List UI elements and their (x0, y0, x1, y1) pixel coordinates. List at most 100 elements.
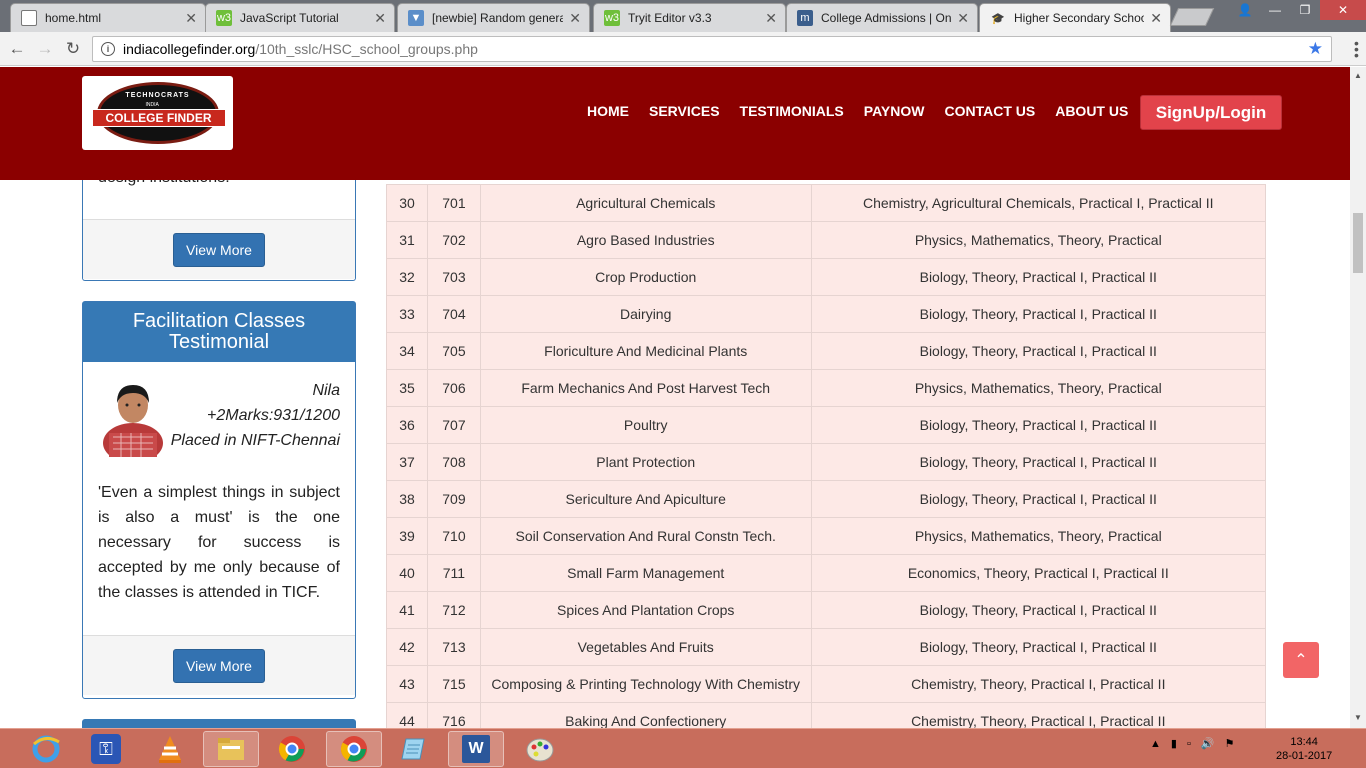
browser-tab[interactable]: m College Admissions | Onl ✕ (786, 3, 978, 32)
browser-tab[interactable]: home.html ✕ (10, 3, 206, 32)
group-name-cell: Agro Based Industries (479, 221, 812, 259)
panel-footer: View More (83, 219, 355, 279)
table-row: 33 704 Dairying Biology, Theory, Practical … (386, 295, 1267, 333)
close-window-button[interactable]: ✕ (1320, 0, 1366, 20)
document-icon (21, 10, 37, 26)
signup-login-button[interactable]: SignUp/Login (1140, 95, 1282, 130)
scroll-up-arrow-icon[interactable]: ▲ (1354, 71, 1362, 80)
testimonial-profile: Nila +2Marks:931/1200 Placed in NIFT-Che… (83, 362, 355, 472)
info-icon[interactable]: i (101, 42, 115, 56)
group-code-cell: 710 (426, 517, 481, 555)
signal-icon[interactable]: ▫ (1187, 738, 1191, 750)
close-tab-icon[interactable]: ✕ (185, 10, 197, 27)
row-number-cell: 30 (386, 184, 428, 222)
battery-icon[interactable]: ▮ (1171, 737, 1177, 750)
page-scrollbar[interactable]: ▲ ▼ (1350, 67, 1366, 728)
page-viewport: design institutions. View More Facilitat… (0, 67, 1350, 728)
file-explorer-icon[interactable] (203, 731, 259, 767)
back-arrow-icon[interactable]: ← (6, 38, 28, 60)
browser-tab[interactable]: w3 Tryit Editor v3.3 ✕ (593, 3, 786, 32)
close-tab-icon[interactable]: ✕ (569, 10, 581, 27)
subjects-cell: Physics, Mathematics, Theory, Practical (810, 369, 1267, 407)
browser-tab[interactable]: ▼ [newbie] Random genera ✕ (397, 3, 590, 32)
taskbar-clock[interactable]: 13:44 28-01-2017 (1276, 735, 1332, 763)
forum-icon: ▼ (408, 10, 424, 26)
browser-tabstrip: home.html ✕ w3 JavaScript Tutorial ✕ ▼ [newbie… (0, 0, 1366, 32)
browser-tab[interactable]: w3 JavaScript Tutorial ✕ (205, 3, 395, 32)
scrollbar-thumb[interactable] (1353, 213, 1363, 273)
group-code-cell: 711 (426, 554, 481, 592)
action-center-icon[interactable]: ⚑ (1225, 737, 1235, 750)
key-icon[interactable]: ⚿ (78, 731, 134, 767)
table-row: 30 701 Agricultural Chemicals Chemistry, Ag… (386, 184, 1267, 222)
row-number-cell: 37 (386, 443, 428, 481)
nav-paynow[interactable]: PAYNOW (864, 103, 925, 119)
close-tab-icon[interactable]: ✕ (1150, 10, 1162, 27)
testimonial-meta: Nila +2Marks:931/1200 Placed in NIFT-Che… (171, 378, 340, 453)
chrome-icon[interactable] (326, 731, 382, 767)
show-hidden-icons-icon[interactable]: ▲ (1150, 738, 1161, 750)
nav-home[interactable]: HOME (587, 103, 629, 119)
row-number-cell: 35 (386, 369, 428, 407)
tab-label: home.html (45, 11, 102, 25)
college-finder-logo[interactable]: TECHNOCRATS INDIA COLLEGE FINDER (82, 76, 233, 150)
subjects-cell: Biology, Theory, Practical I, Practical … (810, 258, 1267, 296)
group-code-cell: 706 (426, 369, 481, 407)
table-row: 40 711 Small Farm Management Economics, The… (386, 554, 1267, 592)
nav-contact-us[interactable]: CONTACT US (944, 103, 1035, 119)
tab-label: College Admissions | Onl (821, 11, 952, 25)
logo-band-text: COLLEGE FINDER (91, 109, 226, 127)
chrome-icon[interactable] (264, 731, 320, 767)
group-name-cell: Floriculture And Medicinal Plants (479, 332, 812, 370)
menu-dots-icon[interactable]: • • • (1354, 36, 1359, 62)
system-tray: ▲ ▮ ▫ 🔊 ⚑ (1150, 737, 1235, 751)
testimonial-footer: View More (83, 635, 355, 695)
subjects-cell: Biology, Theory, Practical I, Practical … (810, 443, 1267, 481)
student-name: Nila (312, 382, 340, 399)
subjects-cell: Biology, Theory, Practical I, Practical … (810, 295, 1267, 333)
volume-icon[interactable]: 🔊 (1201, 737, 1215, 750)
subjects-cell: Chemistry, Theory, Practical I, Practica… (810, 665, 1267, 703)
clock-time: 13:44 (1290, 736, 1318, 748)
paint-icon[interactable] (512, 731, 568, 767)
nav-about-us[interactable]: ABOUT US (1055, 103, 1128, 119)
table-row: 39 710 Soil Conservation And Rural Constn … (386, 517, 1267, 555)
group-code-cell: 713 (426, 628, 481, 666)
view-more-button[interactable]: View More (173, 232, 265, 267)
nav-testimonials[interactable]: TESTIMONIALS (740, 103, 844, 119)
bookmark-star-icon[interactable]: ★ (1308, 39, 1323, 59)
scroll-to-top-button[interactable]: ⌃ (1283, 642, 1319, 678)
logo-sub-text: INDIA (145, 102, 159, 108)
row-number-cell: 42 (386, 628, 428, 666)
close-tab-icon[interactable]: ✕ (374, 10, 386, 27)
group-code-cell: 709 (426, 480, 481, 518)
table-row: 35 706 Farm Mechanics And Post Harvest Tec… (386, 369, 1267, 407)
subjects-cell: Physics, Mathematics, Theory, Practical (810, 221, 1267, 259)
vlc-icon[interactable] (142, 731, 198, 767)
user-icon[interactable]: 👤 (1230, 0, 1260, 20)
ie-icon[interactable] (18, 731, 74, 767)
nav-services[interactable]: SERVICES (649, 103, 720, 119)
new-tab-button[interactable] (1169, 8, 1215, 26)
close-tab-icon[interactable]: ✕ (957, 10, 969, 27)
forward-arrow-icon[interactable]: → (34, 38, 56, 60)
reload-icon[interactable]: ↻ (62, 38, 84, 60)
minimize-button[interactable]: — (1260, 0, 1290, 20)
testimonial-heading: Facilitation Classes Testimonial (83, 302, 355, 362)
w3schools-icon: w3 (604, 10, 620, 26)
m-logo-icon: m (797, 10, 813, 26)
group-code-cell: 708 (426, 443, 481, 481)
scroll-down-arrow-icon[interactable]: ▼ (1354, 713, 1362, 722)
browser-tab[interactable]: 🎓 Higher Secondary Schoo ✕ (979, 3, 1171, 32)
view-more-button[interactable]: View More (173, 648, 265, 683)
row-number-cell: 44 (386, 702, 428, 728)
close-tab-icon[interactable]: ✕ (765, 10, 777, 27)
notepad-icon[interactable] (386, 731, 442, 767)
row-number-cell: 39 (386, 517, 428, 555)
table-row: 36 707 Poultry Biology, Theory, Practical I… (386, 406, 1267, 444)
chevron-up-icon: ⌃ (1294, 652, 1308, 669)
maximize-button[interactable]: ❐ (1290, 0, 1320, 20)
word-icon[interactable]: W (448, 731, 504, 767)
row-number-cell: 40 (386, 554, 428, 592)
address-bar[interactable]: i indiacollegefinder.org/10th_sslc/HSC_s… (92, 36, 1332, 62)
